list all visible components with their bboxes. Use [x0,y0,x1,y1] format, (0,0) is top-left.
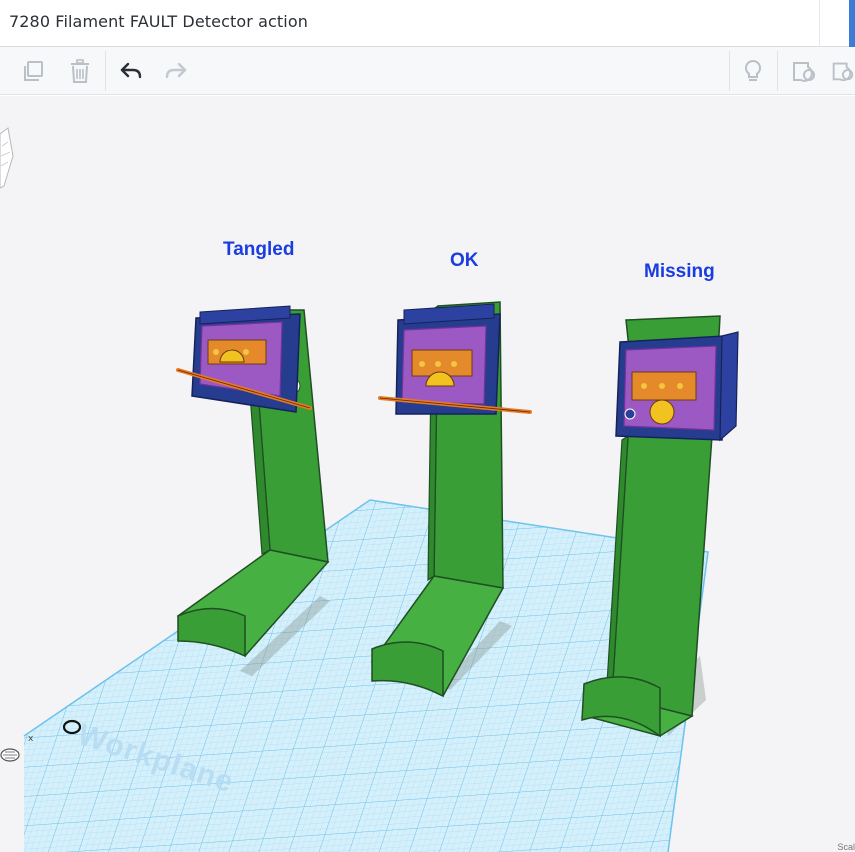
view-cube[interactable] [0,127,14,189]
svg-text:x: x [28,734,34,744]
toolbar-separator [729,51,730,91]
toolbar-separator [777,51,778,91]
undo-button[interactable] [108,47,152,95]
label-ok: OK [450,250,479,271]
shape-icon-2 [832,62,854,82]
trash-icon [71,59,89,83]
title-bar-divider [819,0,849,47]
stand-tangled[interactable] [176,305,330,676]
delete-button[interactable] [58,47,102,95]
copy-button[interactable] [11,47,55,95]
design-title[interactable]: 7280 Filament FAULT Detector action [9,12,308,31]
notes-button[interactable] [731,47,775,95]
shape-icon [793,62,815,82]
toolbar [0,47,855,95]
snap-grid-status[interactable]: Scal [837,842,855,852]
lightbulb-icon [744,59,762,81]
label-tangled: Tangled [223,239,295,260]
label-missing: Missing [644,261,715,282]
shape-tool-button[interactable] [781,47,825,95]
title-bar-accent [849,0,855,47]
redo-icon [165,62,187,79]
undo-icon [120,62,142,79]
grid-settings-icon[interactable] [0,748,20,762]
toolbar-separator [105,51,106,91]
workplane-grid [23,499,709,852]
copy-icon [24,61,43,81]
shape-tool-button-2[interactable] [829,47,855,95]
redo-button[interactable] [155,47,199,95]
title-bar: 7280 Filament FAULT Detector action [0,0,855,47]
3d-viewport[interactable]: x Tangled OK Missing Workplane Scal [0,96,855,852]
